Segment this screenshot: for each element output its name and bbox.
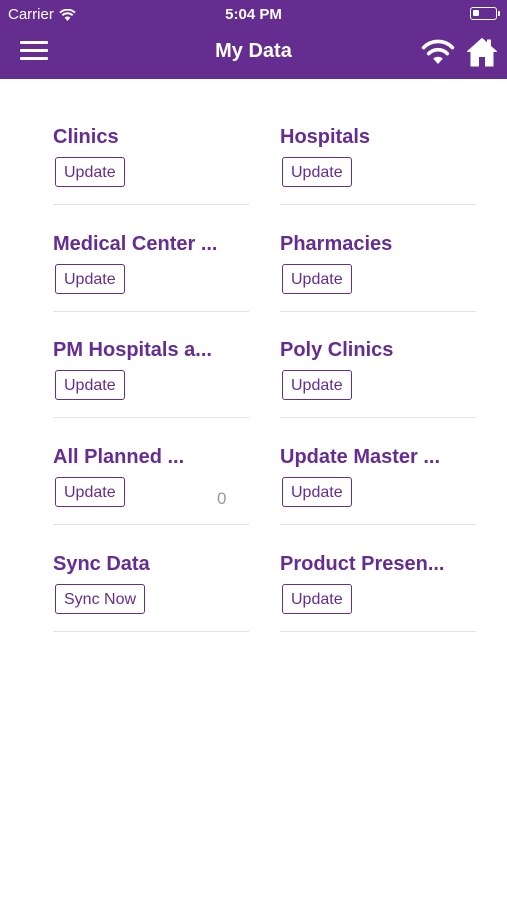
- update-button[interactable]: Update: [282, 370, 352, 400]
- tile-title: Poly Clinics: [280, 339, 394, 361]
- tile-product-presentation: Product Presen... Update: [280, 506, 476, 632]
- status-bar: Carrier 5:04 PM: [0, 0, 507, 28]
- update-button[interactable]: Update: [55, 477, 125, 507]
- tile-all-planned: All Planned ... Update 0: [53, 399, 249, 525]
- tile-title: Hospitals: [280, 126, 371, 148]
- divider: [280, 631, 476, 632]
- tile-title: Update Master ...: [280, 446, 441, 468]
- status-time: 5:04 PM: [225, 6, 282, 23]
- tile-title: All Planned ...: [53, 446, 185, 468]
- nav-bar: Carrier 5:04 PM My Data: [0, 0, 507, 79]
- tile-pharmacies: Pharmacies Update: [280, 186, 476, 312]
- update-button[interactable]: Update: [55, 264, 125, 294]
- tile-title: Clinics: [53, 126, 119, 148]
- tile-title: PM Hospitals a...: [53, 339, 212, 361]
- tile-clinics: Clinics Update: [53, 79, 249, 205]
- tile-medical-center: Medical Center ... Update: [53, 186, 249, 312]
- tile-title: Medical Center ...: [53, 233, 218, 255]
- update-button[interactable]: Update: [282, 584, 352, 614]
- wifi-icon[interactable]: [421, 39, 455, 70]
- tile-update-master: Update Master ... Update: [280, 399, 476, 525]
- update-button[interactable]: Update: [282, 477, 352, 507]
- tile-hospitals: Hospitals Update: [280, 79, 476, 205]
- home-icon[interactable]: [466, 37, 498, 72]
- tile-title: Pharmacies: [280, 233, 393, 255]
- tile-pm-hospitals: PM Hospitals a... Update: [53, 292, 249, 418]
- update-button[interactable]: Update: [55, 370, 125, 400]
- update-button[interactable]: Update: [282, 157, 352, 187]
- update-button[interactable]: Update: [55, 157, 125, 187]
- update-button[interactable]: Update: [282, 264, 352, 294]
- tile-sync-data: Sync Data Sync Now: [53, 506, 249, 632]
- tile-poly-clinics: Poly Clinics Update: [280, 292, 476, 418]
- sync-now-button[interactable]: Sync Now: [55, 584, 146, 614]
- tile-title: Product Presen...: [280, 553, 445, 575]
- divider: [53, 631, 249, 632]
- battery-icon: [470, 7, 500, 20]
- tile-title: Sync Data: [53, 553, 150, 575]
